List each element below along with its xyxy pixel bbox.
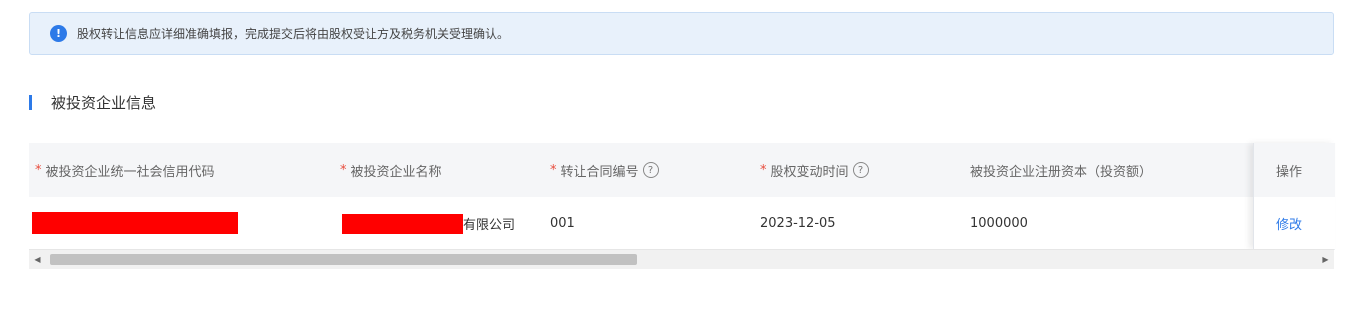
edit-link[interactable]: 修改 <box>1276 197 1302 249</box>
required-mark: * <box>760 162 767 178</box>
required-mark: * <box>35 162 42 178</box>
required-mark: * <box>550 162 557 178</box>
help-icon[interactable]: ? <box>852 162 869 178</box>
required-mark: * <box>340 162 347 178</box>
alert-text: 股权转让信息应详细准确填报，完成提交后将由股权受让方及税务机关受理确认。 <box>77 27 510 41</box>
fixed-action-column: 操作 修改 <box>1253 143 1335 250</box>
info-icon: ! <box>50 25 67 42</box>
column-label: 被投资企业名称 <box>350 164 442 180</box>
help-icon[interactable]: ? <box>642 162 659 178</box>
scroll-left-arrow-icon[interactable]: ◀ <box>29 250 46 269</box>
horizontal-scrollbar[interactable]: ◀ ▶ <box>29 249 1334 269</box>
section-header: 被投资企业信息 <box>29 91 156 113</box>
redacted-company-name <box>342 214 463 234</box>
column-header-contract-no: * 转让合同编号 ? <box>550 143 659 197</box>
column-label: 被投资企业统一社会信用代码 <box>45 164 215 180</box>
table-row: 有限公司 001 2023-12-05 1000000 <box>29 197 1334 250</box>
column-header-registered-capital: 被投资企业注册资本（投资额） <box>970 143 1152 197</box>
section-accent-bar <box>29 94 32 110</box>
scrollbar-thumb[interactable] <box>50 254 637 265</box>
company-name-suffix: 有限公司 <box>463 217 516 233</box>
column-label: 被投资企业注册资本（投资额） <box>970 164 1153 180</box>
info-alert: ! 股权转让信息应详细准确填报，完成提交后将由股权受让方及税务机关受理确认。 <box>29 12 1334 55</box>
column-header-credit-code: * 被投资企业统一社会信用代码 <box>35 143 215 197</box>
column-label: 股权变动时间 <box>770 164 849 180</box>
cell-change-date: 2023-12-05 <box>760 215 836 231</box>
column-label: 转让合同编号 <box>560 164 639 180</box>
page: ! 股权转让信息应详细准确填报，完成提交后将由股权受让方及税务机关受理确认。 被… <box>0 0 1355 310</box>
scroll-right-arrow-icon[interactable]: ▶ <box>1317 250 1334 269</box>
table-header: * 被投资企业统一社会信用代码 * 被投资企业名称 * 转让合同编号 ? * 股… <box>29 143 1334 197</box>
cell-registered-capital: 1000000 <box>970 215 1028 231</box>
column-header-company-name: * 被投资企业名称 <box>340 143 442 197</box>
section-title: 被投资企业信息 <box>51 93 157 112</box>
column-header-change-date: * 股权变动时间 ? <box>760 143 869 197</box>
cell-contract-no: 001 <box>550 215 575 231</box>
column-header-action: 操作 <box>1254 143 1335 197</box>
redacted-credit-code <box>32 212 238 234</box>
column-label: 操作 <box>1276 164 1303 180</box>
action-cell: 修改 <box>1254 197 1335 250</box>
